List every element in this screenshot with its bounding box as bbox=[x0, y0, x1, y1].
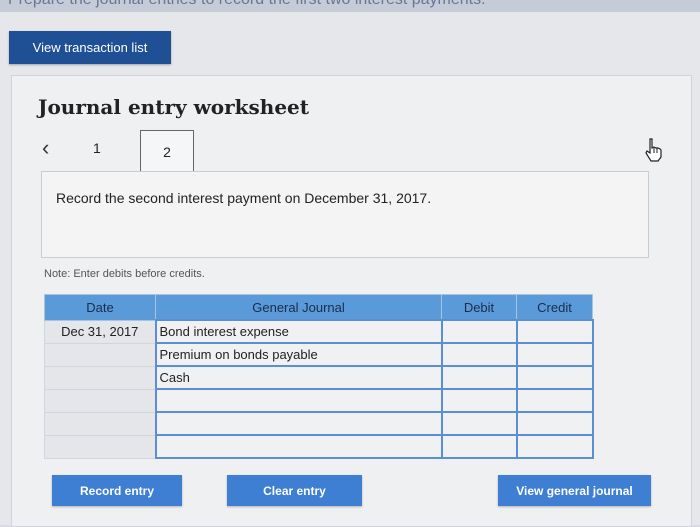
view-general-journal-button[interactable]: View general journal bbox=[498, 475, 651, 506]
credit-field[interactable] bbox=[515, 319, 594, 344]
tab-1[interactable]: 1 bbox=[93, 140, 101, 156]
journal-table: Date General Journal Debit Credit Dec 31… bbox=[44, 294, 594, 459]
hand-cursor-icon bbox=[645, 138, 662, 162]
column-header-credit: Credit bbox=[516, 294, 593, 321]
credit-field[interactable] bbox=[515, 342, 594, 367]
credit-field[interactable] bbox=[515, 365, 594, 390]
instruction-banner: Prepare the journal entries to record th… bbox=[0, 0, 700, 12]
record-entry-button[interactable]: Record entry bbox=[52, 475, 182, 506]
column-header-general-journal: General Journal bbox=[155, 294, 442, 321]
column-header-date: Date bbox=[44, 294, 156, 321]
account-field[interactable] bbox=[154, 434, 443, 459]
clear-entry-button[interactable]: Clear entry bbox=[227, 475, 362, 506]
journal-header-row: Date General Journal Debit Credit bbox=[44, 294, 593, 321]
account-field[interactable]: Cash bbox=[154, 365, 443, 390]
credit-field[interactable] bbox=[515, 388, 594, 413]
account-field[interactable]: Premium on bonds payable bbox=[154, 342, 443, 367]
date-cell bbox=[44, 434, 156, 459]
date-cell bbox=[44, 365, 156, 390]
instruction-banner-text: Prepare the journal entries to record th… bbox=[8, 0, 486, 9]
debit-field[interactable] bbox=[440, 434, 518, 459]
chevron-left-icon[interactable]: ‹ bbox=[42, 137, 49, 159]
view-transaction-list-button[interactable]: View transaction list bbox=[9, 31, 171, 64]
debit-field[interactable] bbox=[440, 388, 518, 413]
credit-field[interactable] bbox=[515, 434, 594, 459]
column-header-debit: Debit bbox=[441, 294, 517, 321]
debit-field[interactable] bbox=[440, 319, 518, 344]
instruction-box: Record the second interest payment on De… bbox=[41, 171, 649, 258]
tab-2[interactable]: 2 bbox=[140, 130, 194, 173]
account-field[interactable] bbox=[154, 411, 443, 436]
table-row: Dec 31, 2017 Bond interest expense bbox=[44, 319, 594, 344]
debit-field[interactable] bbox=[440, 342, 518, 367]
account-field[interactable] bbox=[154, 388, 443, 413]
debit-field[interactable] bbox=[440, 411, 518, 436]
worksheet-title: Journal entry worksheet bbox=[38, 95, 310, 119]
table-row: Cash bbox=[44, 365, 594, 390]
date-cell: Dec 31, 2017 bbox=[44, 319, 156, 344]
credit-field[interactable] bbox=[515, 411, 594, 436]
date-cell bbox=[44, 411, 156, 436]
note-text: Note: Enter debits before credits. bbox=[44, 268, 205, 280]
date-cell bbox=[44, 342, 156, 367]
table-row bbox=[44, 411, 594, 436]
table-row bbox=[44, 388, 594, 413]
date-cell bbox=[44, 388, 156, 413]
instruction-text: Record the second interest payment on De… bbox=[56, 190, 432, 206]
account-field[interactable]: Bond interest expense bbox=[154, 319, 443, 344]
table-row: Premium on bonds payable bbox=[44, 342, 594, 367]
table-row bbox=[44, 434, 594, 459]
debit-field[interactable] bbox=[440, 365, 518, 390]
